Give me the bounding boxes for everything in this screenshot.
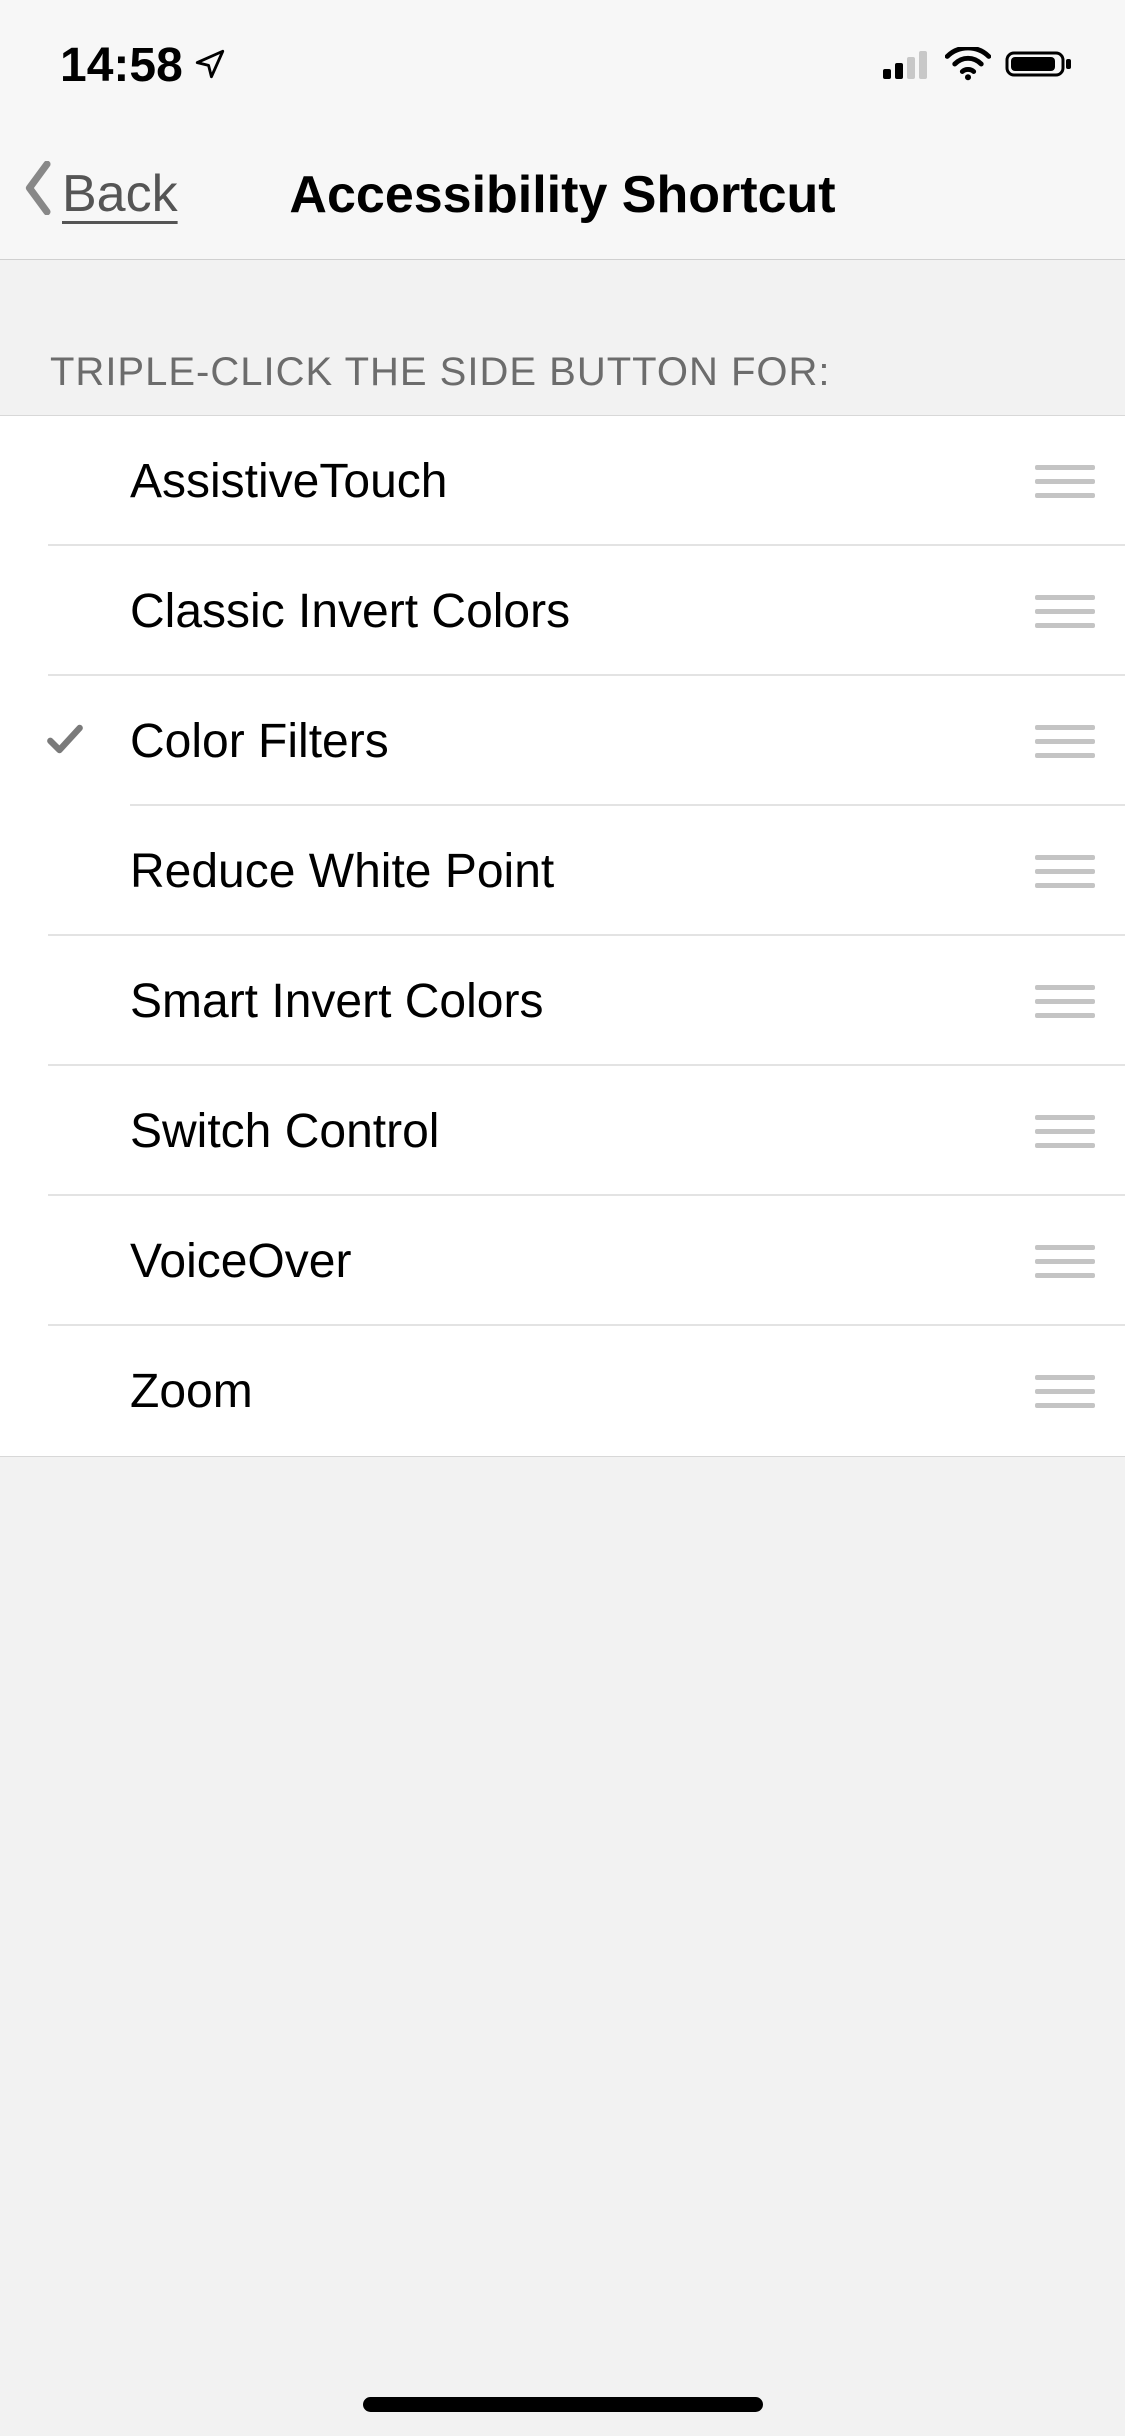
list-item[interactable]: AssistiveTouch: [0, 416, 1125, 546]
status-time: 14:58: [60, 38, 183, 93]
back-label: Back: [62, 164, 178, 226]
list-item[interactable]: Classic Invert Colors: [0, 546, 1125, 676]
list-item-label: Color Filters: [130, 714, 1005, 769]
checkmark-slot: [0, 717, 130, 766]
drag-handle[interactable]: [1005, 1375, 1125, 1408]
status-right: [881, 38, 1075, 93]
shortcut-list: AssistiveTouch Classic Invert Colors Col…: [0, 415, 1125, 1457]
cellular-icon: [881, 38, 931, 93]
drag-handle[interactable]: [1005, 855, 1125, 888]
home-indicator[interactable]: [363, 2397, 763, 2412]
battery-icon: [1005, 38, 1075, 93]
drag-handle[interactable]: [1005, 1245, 1125, 1278]
drag-handle[interactable]: [1005, 725, 1125, 758]
list-item-label: VoiceOver: [130, 1234, 1005, 1289]
drag-handle[interactable]: [1005, 1115, 1125, 1148]
list-item-label: AssistiveTouch: [130, 454, 1005, 509]
chevron-left-icon: [20, 161, 58, 228]
list-item-label: Reduce White Point: [130, 844, 1005, 899]
checkmark-icon: [43, 717, 87, 766]
drag-handle[interactable]: [1005, 595, 1125, 628]
list-item[interactable]: Reduce White Point: [0, 806, 1125, 936]
nav-bar: Back Accessibility Shortcut: [0, 130, 1125, 260]
list-item-label: Switch Control: [130, 1104, 1005, 1159]
list-item[interactable]: Zoom: [0, 1326, 1125, 1456]
location-icon: [193, 38, 227, 93]
list-item[interactable]: Smart Invert Colors: [0, 936, 1125, 1066]
wifi-icon: [945, 38, 991, 93]
list-item[interactable]: Switch Control: [0, 1066, 1125, 1196]
drag-handle[interactable]: [1005, 465, 1125, 498]
status-left: 14:58: [60, 38, 227, 93]
list-item-label: Classic Invert Colors: [130, 584, 1005, 639]
section-header: TRIPLE-CLICK THE SIDE BUTTON FOR:: [0, 260, 1125, 415]
list-item[interactable]: VoiceOver: [0, 1196, 1125, 1326]
drag-handle[interactable]: [1005, 985, 1125, 1018]
list-item-label: Zoom: [130, 1364, 1005, 1419]
status-bar: 14:58: [0, 0, 1125, 130]
back-button[interactable]: Back: [0, 161, 178, 228]
list-item-label: Smart Invert Colors: [130, 974, 1005, 1029]
page-title: Accessibility Shortcut: [289, 165, 835, 225]
list-item[interactable]: Color Filters: [0, 676, 1125, 806]
